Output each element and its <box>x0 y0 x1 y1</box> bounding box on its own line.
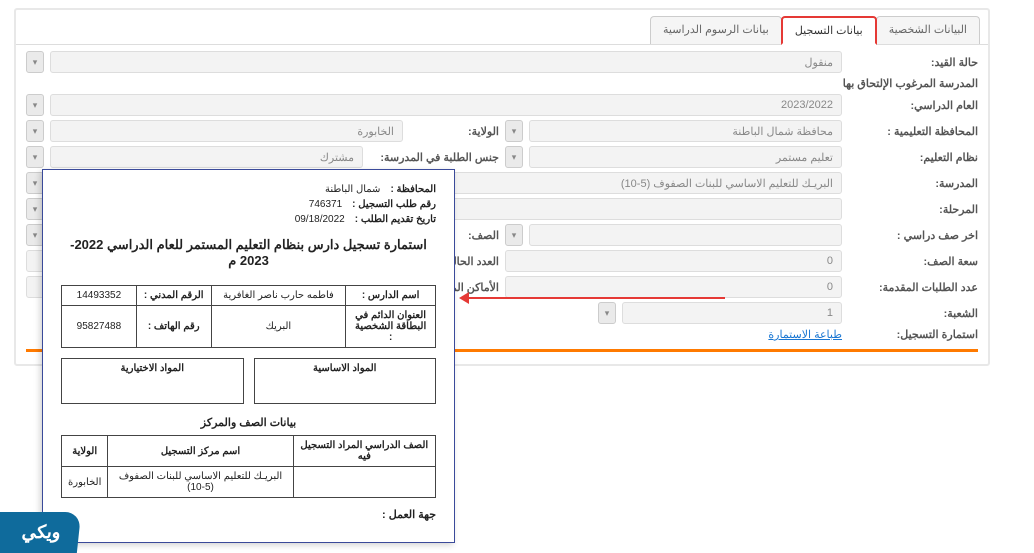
dropdown-edu-type[interactable]: ▾ <box>505 146 523 168</box>
class-center-heading: بيانات الصف والمركز <box>61 416 436 429</box>
label-edu-type: نظام التعليم: <box>848 151 978 164</box>
dropdown-section[interactable]: ▾ <box>598 302 616 324</box>
tab-personal[interactable]: البيانات الشخصية <box>876 16 980 44</box>
doc-date-label: تاريخ تقديم الطلب : <box>355 214 436 225</box>
label-wilaya: الولاية: <box>409 125 499 138</box>
label-year: العام الدراسي: <box>848 99 978 112</box>
field-status[interactable]: منقول <box>50 51 842 73</box>
cell-addr-value: البريك <box>211 306 346 348</box>
print-form-link[interactable]: طباعة الاستمارة <box>768 328 842 341</box>
field-year[interactable]: 2023/2022 <box>50 94 842 116</box>
doc-gov-label: المحافظة : <box>390 184 436 195</box>
cell-name-label: اسم الدارس : <box>346 286 436 306</box>
field-capacity: 0 <box>505 250 842 272</box>
form-preview: المحافظة : شمال الباطنة رقم طلب التسجيل :… <box>42 169 455 543</box>
td-wilaya: الخابورة <box>62 467 108 498</box>
annotation-arrow <box>465 297 725 299</box>
label-gender: جنس الطلبة في المدرسة: <box>369 151 499 164</box>
optional-subjects-box: المواد الاختيارية <box>61 358 244 404</box>
cell-name-value: فاطمه حارب ناصر الغافرية <box>211 286 346 306</box>
td-grade <box>293 467 435 498</box>
annotation-arrow-head <box>459 292 469 304</box>
field-gender[interactable]: مشترك <box>50 146 363 168</box>
doc-gov-value: شمال الباطنة <box>325 184 380 195</box>
th-center: اسم مركز التسجيل <box>108 436 293 467</box>
label-apps: عدد الطلبات المقدمة: <box>848 281 978 294</box>
field-last-grade[interactable] <box>529 224 842 246</box>
label-stage: المرحلة: <box>848 203 978 216</box>
employer-heading: جهة العمل : <box>61 508 436 521</box>
cell-civil-value: 14493352 <box>62 286 137 306</box>
field-edu-type[interactable]: تعليم مستمر <box>529 146 842 168</box>
th-wilaya: الولاية <box>62 436 108 467</box>
label-reg-form: استمارة التسجيل: <box>848 328 978 341</box>
label-status: حالة القيد: <box>848 56 978 69</box>
tab-registration[interactable]: بيانات التسجيل <box>781 16 877 45</box>
label-last-grade: اخر صف دراسي : <box>848 229 978 242</box>
cell-civil-label: الرقم المدني : <box>136 286 211 306</box>
field-edu-gov[interactable]: محافظة شمال الباطنة <box>529 120 842 142</box>
field-apps: 0 <box>505 276 842 298</box>
label-capacity: سعة الصف: <box>848 255 978 268</box>
dropdown-last-grade[interactable]: ▾ <box>505 224 523 246</box>
label-section: الشعبة: <box>848 307 978 320</box>
td-center: البريـك للتعليم الاساسي للبنات الصفوف (5… <box>108 467 293 498</box>
student-info-table: اسم الدارس : فاطمه حارب ناصر الغافرية ال… <box>61 285 436 348</box>
label-school-wanted: المدرسة المرغوب الإلتحاق بها <box>26 77 978 90</box>
core-subjects-box: المواد الاساسية <box>254 358 437 404</box>
doc-reg-value: 746371 <box>309 199 342 210</box>
site-logo: ويكي <box>0 512 81 553</box>
doc-reg-label: رقم طلب التسجيل : <box>352 199 436 210</box>
field-section[interactable]: 1 <box>622 302 842 324</box>
tab-fees[interactable]: بيانات الرسوم الدراسية <box>650 16 782 44</box>
dropdown-edu-gov[interactable]: ▾ <box>505 120 523 142</box>
tabs-bar: البيانات الشخصية بيانات التسجيل بيانات ا… <box>16 10 988 45</box>
cell-phone-label: رقم الهاتف : <box>136 306 211 348</box>
class-center-table: الصف الدراسي المراد التسجيل فيه اسم مركز… <box>61 435 436 498</box>
th-grade: الصف الدراسي المراد التسجيل فيه <box>293 436 435 467</box>
label-school: المدرسة: <box>848 177 978 190</box>
cell-phone-value: 95827488 <box>62 306 137 348</box>
cell-addr-label: العنوان الدائم في البطاقة الشخصية : <box>346 306 436 348</box>
dropdown-gender[interactable]: ▾ <box>26 146 44 168</box>
doc-date-value: 09/18/2022 <box>295 214 345 225</box>
doc-title: استمارة تسجيل دارس بنظام التعليم المستمر… <box>61 237 436 269</box>
label-edu-gov: المحافظة التعليمية : <box>848 125 978 138</box>
